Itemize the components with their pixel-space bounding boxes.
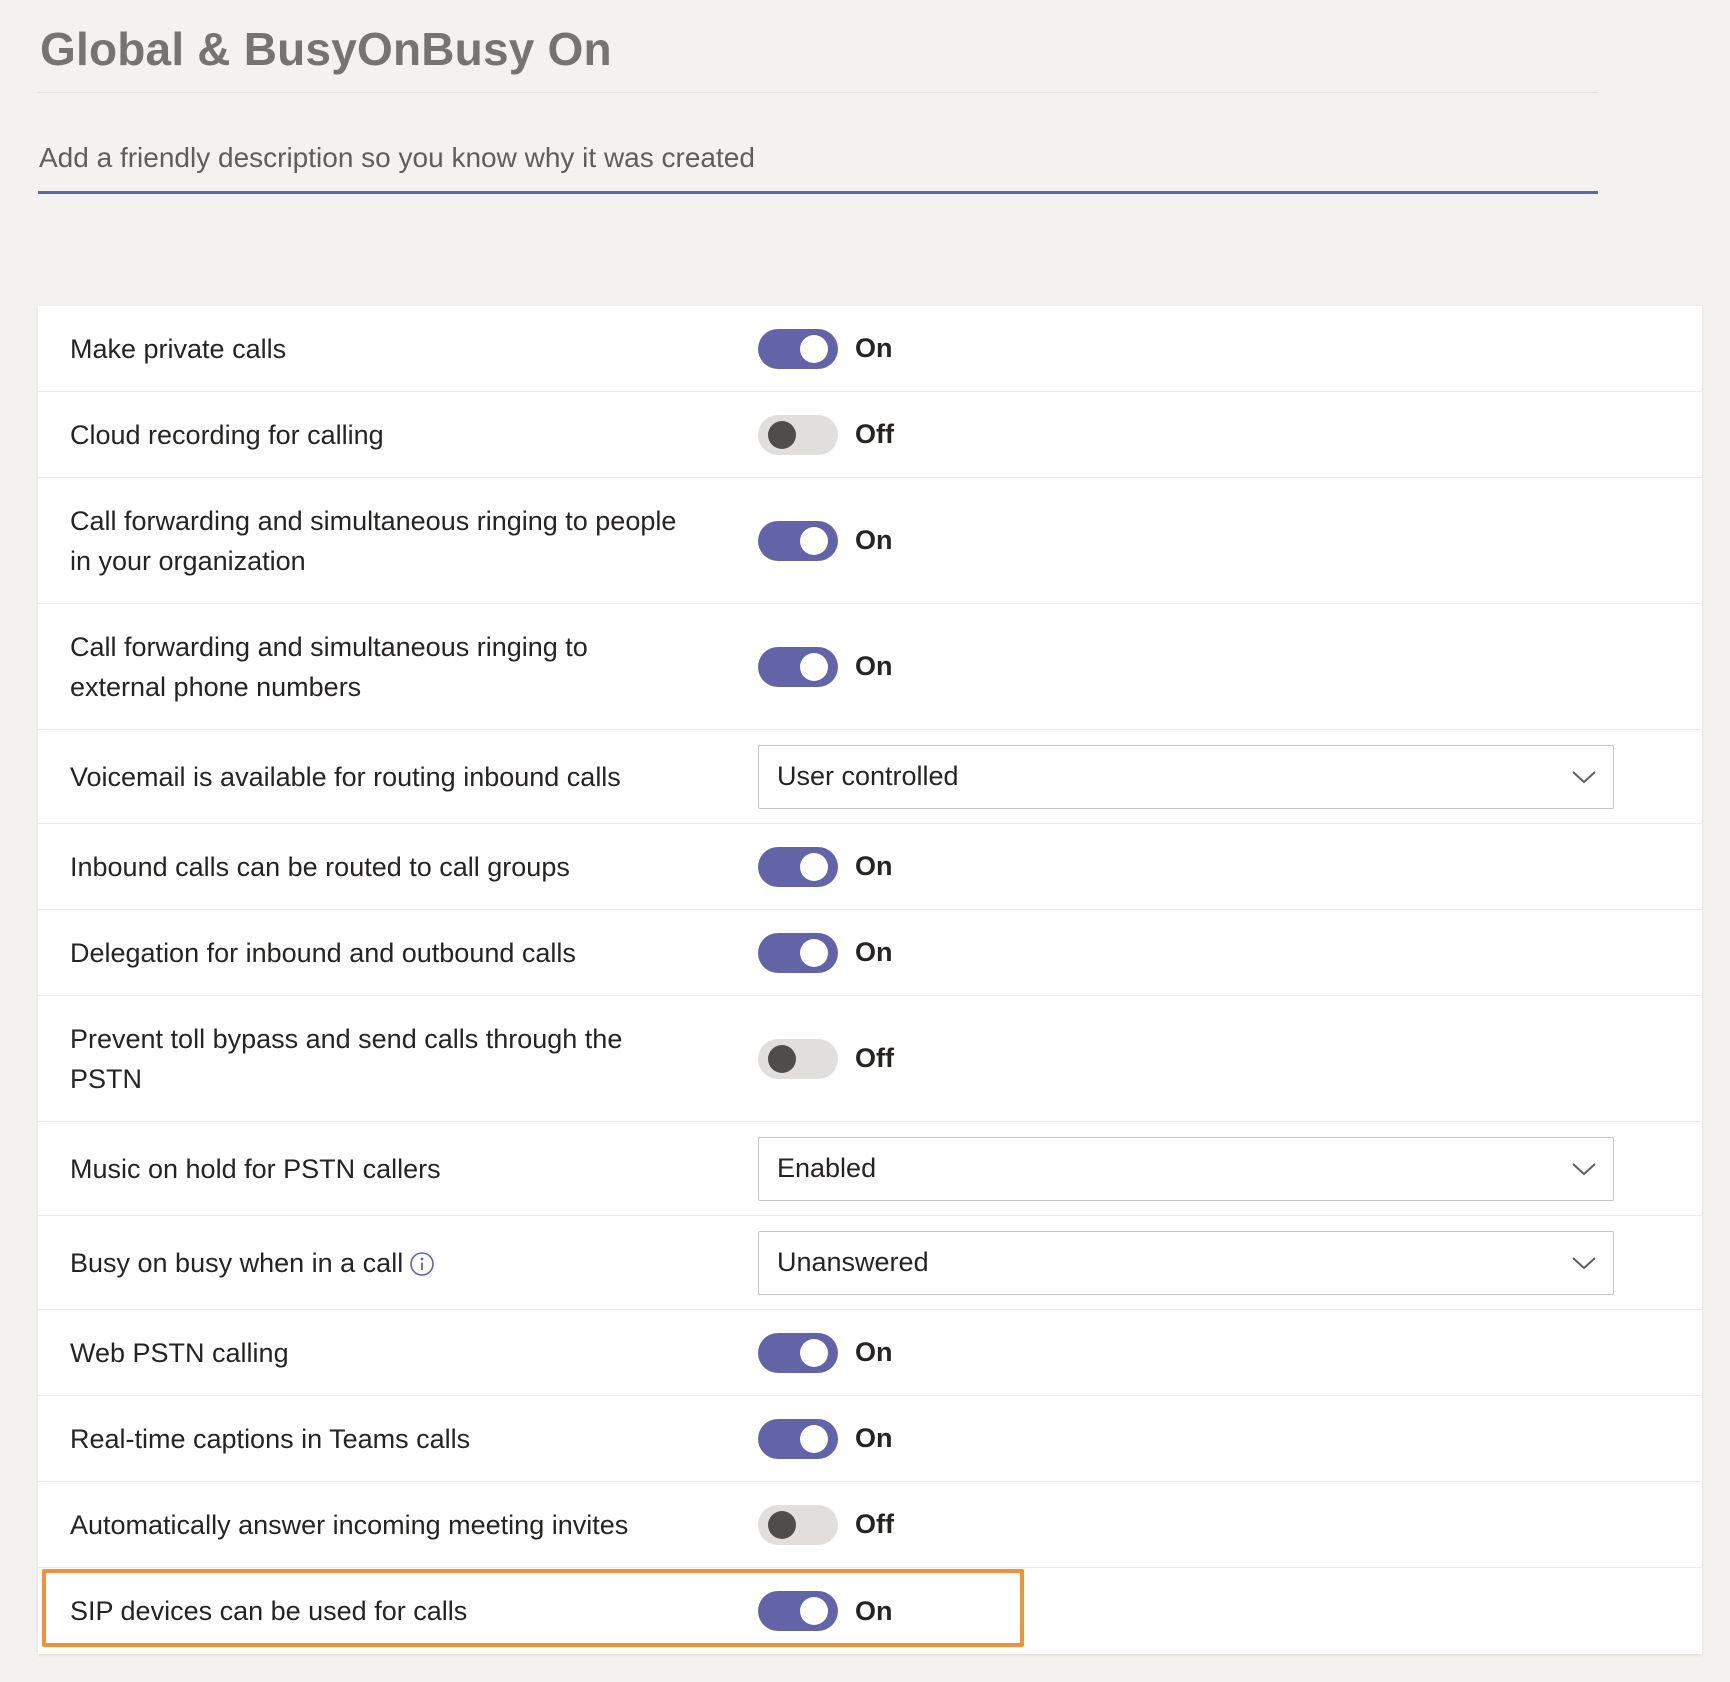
toggle-state-text: On — [855, 333, 893, 363]
toggle-state-text: On — [855, 1337, 893, 1367]
setting-control: On — [758, 328, 893, 369]
settings-card: Make private calls On Cloud recording fo… — [38, 306, 1702, 1654]
call-forwarding-external-toggle[interactable] — [758, 646, 838, 687]
setting-control: Enabled — [758, 1136, 1614, 1201]
cloud-recording-toggle[interactable] — [758, 414, 838, 455]
setting-row-music-on-hold: Music on hold for PSTN callers Enabled — [38, 1122, 1702, 1216]
toggle-knob — [800, 1597, 828, 1625]
toggle-knob — [800, 852, 828, 881]
toggle-knob — [768, 1510, 796, 1539]
title-divider — [38, 92, 1598, 93]
setting-label: Music on hold for PSTN callers — [70, 1153, 441, 1184]
toggle-knob — [768, 1044, 796, 1073]
toggle-state-text: On — [855, 1595, 893, 1626]
policy-page: Global & BusyOnBusy On Make private call… — [0, 0, 1730, 1682]
voicemail-routing-dropdown[interactable]: User controlled — [758, 744, 1614, 809]
setting-row-toll-bypass: Prevent toll bypass and send calls throu… — [38, 996, 1702, 1122]
toggle-state-text: On — [855, 1423, 893, 1453]
description-input[interactable] — [38, 128, 1598, 188]
setting-row-auto-answer: Automatically answer incoming meeting in… — [38, 1482, 1702, 1568]
toggle-state-text: Off — [855, 1509, 894, 1539]
setting-row-call-groups: Inbound calls can be routed to call grou… — [38, 824, 1702, 910]
dropdown-selected-value: User controlled — [777, 761, 959, 791]
setting-control: On — [758, 1591, 893, 1631]
call-groups-toggle[interactable] — [758, 846, 838, 887]
setting-control: On — [758, 646, 893, 687]
setting-label: Web PSTN calling — [70, 1337, 289, 1368]
setting-label: Automatically answer incoming meeting in… — [70, 1509, 629, 1540]
setting-label: Prevent toll bypass and send calls throu… — [70, 1023, 623, 1094]
toggle-state-text: On — [855, 851, 893, 881]
busy-on-busy-dropdown[interactable]: Unanswered — [758, 1230, 1614, 1295]
setting-row-make-private-calls: Make private calls On — [38, 306, 1702, 392]
setting-label: Real-time captions in Teams calls — [70, 1423, 471, 1454]
setting-control: Off — [758, 1038, 894, 1079]
toggle-knob — [800, 334, 828, 363]
setting-row-cloud-recording: Cloud recording for calling Off — [38, 392, 1702, 478]
toggle-knob — [800, 652, 828, 681]
setting-control: Off — [758, 414, 894, 455]
realtime-captions-toggle[interactable] — [758, 1418, 838, 1459]
setting-control: On — [758, 1332, 893, 1373]
setting-label: Call forwarding and simultaneous ringing… — [70, 631, 588, 702]
music-on-hold-dropdown[interactable]: Enabled — [758, 1136, 1614, 1201]
toggle-state-text: On — [855, 525, 893, 555]
page-title: Global & BusyOnBusy On — [40, 23, 612, 75]
setting-label: SIP devices can be used for calls — [70, 1596, 468, 1626]
setting-control: On — [758, 932, 893, 973]
setting-control: Off — [758, 1504, 894, 1545]
auto-answer-toggle[interactable] — [758, 1504, 838, 1545]
toll-bypass-toggle[interactable] — [758, 1038, 838, 1079]
setting-label: Cloud recording for calling — [70, 419, 384, 450]
toggle-state-text: On — [855, 937, 893, 967]
toggle-knob — [800, 526, 828, 555]
setting-row-realtime-captions: Real-time captions in Teams calls On — [38, 1396, 1702, 1482]
setting-label: Voicemail is available for routing inbou… — [70, 761, 621, 792]
setting-label-container: Busy on busy when in a call — [70, 1243, 690, 1283]
toggle-state-text: Off — [855, 1043, 894, 1073]
dropdown-selected-value: Unanswered — [777, 1247, 929, 1277]
sip-devices-toggle[interactable] — [758, 1591, 838, 1631]
setting-control: On — [758, 846, 893, 887]
setting-row-call-forwarding-internal: Call forwarding and simultaneous ringing… — [38, 478, 1702, 604]
setting-row-busy-on-busy: Busy on busy when in a call Unanswered — [38, 1216, 1702, 1310]
setting-label: Delegation for inbound and outbound call… — [70, 937, 576, 968]
setting-control: Unanswered — [758, 1230, 1614, 1295]
setting-row-call-forwarding-external: Call forwarding and simultaneous ringing… — [38, 604, 1702, 730]
make-private-calls-toggle[interactable] — [758, 328, 838, 369]
setting-row-sip-devices: SIP devices can be used for calls On — [38, 1568, 1702, 1654]
setting-control: On — [758, 520, 893, 561]
chevron-down-icon — [1572, 1162, 1596, 1175]
setting-label: Make private calls — [70, 333, 287, 364]
setting-control: On — [758, 1418, 893, 1459]
toggle-knob — [800, 938, 828, 967]
toggle-state-text: Off — [855, 419, 894, 449]
setting-row-web-pstn: Web PSTN calling On — [38, 1310, 1702, 1396]
toggle-knob — [800, 1424, 828, 1453]
description-field-container — [38, 128, 1598, 194]
setting-label: Call forwarding and simultaneous ringing… — [70, 505, 677, 576]
setting-label: Busy on busy when in a call — [70, 1247, 404, 1278]
chevron-down-icon — [1572, 770, 1596, 783]
setting-control: User controlled — [758, 744, 1614, 809]
web-pstn-toggle[interactable] — [758, 1332, 838, 1373]
toggle-knob — [800, 1338, 828, 1367]
delegation-toggle[interactable] — [758, 932, 838, 973]
chevron-down-icon — [1572, 1256, 1596, 1269]
setting-label: Inbound calls can be routed to call grou… — [70, 851, 570, 882]
info-icon[interactable] — [409, 1251, 435, 1277]
toggle-knob — [768, 420, 796, 449]
setting-row-delegation: Delegation for inbound and outbound call… — [38, 910, 1702, 996]
dropdown-selected-value: Enabled — [777, 1153, 877, 1183]
toggle-state-text: On — [855, 651, 893, 681]
setting-row-voicemail-routing: Voicemail is available for routing inbou… — [38, 730, 1702, 824]
call-forwarding-internal-toggle[interactable] — [758, 520, 838, 561]
